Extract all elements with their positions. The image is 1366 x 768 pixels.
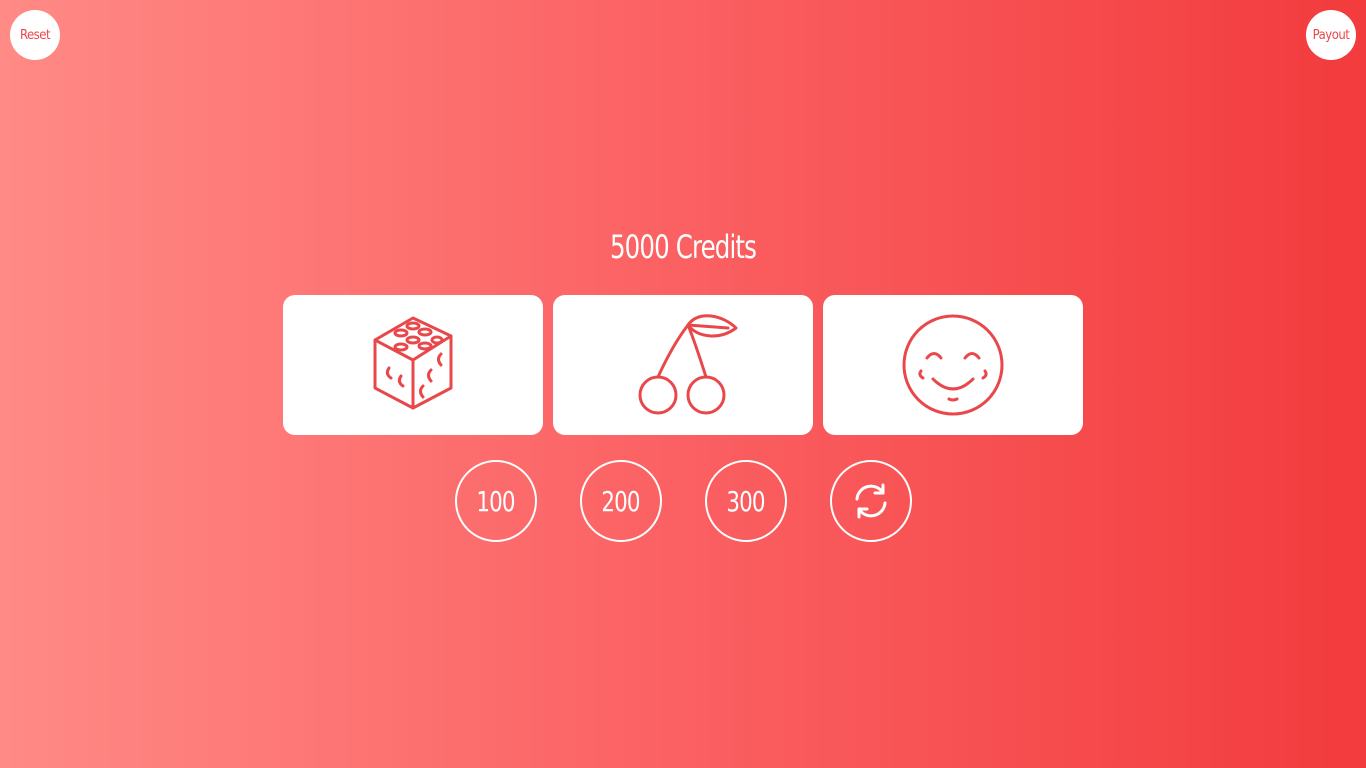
- bet-200-label: 200: [601, 484, 641, 518]
- dice-icon: [373, 316, 453, 410]
- smiley-face-icon: [902, 314, 1004, 416]
- reel-1: [283, 295, 543, 435]
- bet-100-button[interactable]: 100: [455, 460, 537, 542]
- spin-button[interactable]: [830, 460, 912, 542]
- reset-button-label: Reset: [19, 27, 51, 43]
- bet-300-label: 300: [726, 484, 766, 518]
- reel-2: [553, 295, 813, 435]
- reset-button[interactable]: Reset: [10, 10, 60, 60]
- bet-200-button[interactable]: 200: [580, 460, 662, 542]
- payout-button-label: Payout: [1312, 27, 1350, 43]
- bet-100-label: 100: [476, 484, 516, 518]
- reel-3: [823, 295, 1083, 435]
- credits-display: 5000 Credits: [609, 228, 757, 266]
- bet-controls: 100 200 300: [455, 460, 912, 542]
- cherry-icon: [638, 314, 738, 415]
- slot-reels: [283, 295, 1083, 435]
- bet-300-button[interactable]: 300: [705, 460, 787, 542]
- refresh-icon: [855, 483, 887, 519]
- payout-button[interactable]: Payout: [1306, 10, 1356, 60]
